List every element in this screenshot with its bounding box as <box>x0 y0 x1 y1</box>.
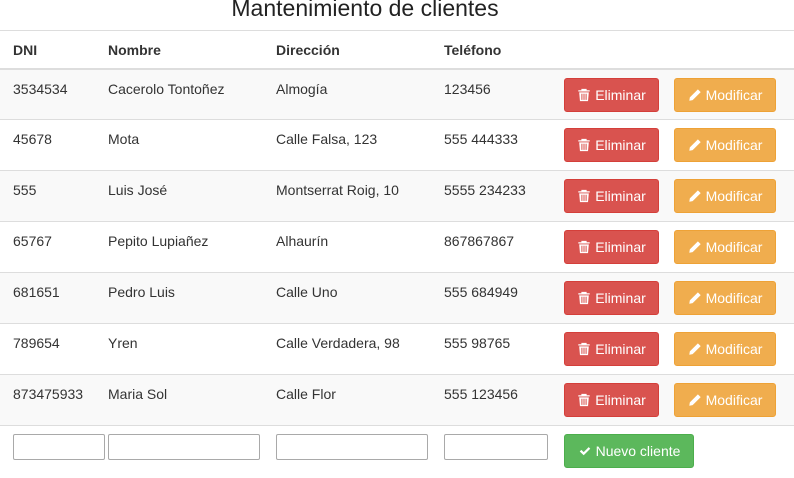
cell-telefono: 555 98765 <box>444 335 511 351</box>
pencil-icon <box>688 291 702 305</box>
pencil-icon <box>688 393 702 407</box>
new-client-label: Nuevo cliente <box>595 443 681 459</box>
cell-nombre: Pepito Lupiañez <box>108 233 209 249</box>
header-direccion: Dirección <box>276 42 340 58</box>
delete-button[interactable]: Eliminar <box>564 179 659 213</box>
header-action-modify <box>674 31 794 69</box>
cell-telefono: 123456 <box>444 80 491 97</box>
new-nombre-input[interactable] <box>108 434 260 460</box>
pencil-icon <box>688 189 702 203</box>
header-dni: DNI <box>13 42 38 58</box>
cell-telefono: 555 684949 <box>444 284 518 300</box>
table-row: 789654 Yren Calle Verdadera, 98 555 98765 El… <box>0 323 794 375</box>
cell-dni: 873475933 <box>13 386 84 402</box>
delete-button[interactable]: Eliminar <box>564 332 659 366</box>
cell-direccion: Calle Flor <box>276 386 336 402</box>
table-row: 873475933 Maria Sol Calle Flor 555 123456 El… <box>0 374 794 426</box>
modify-button[interactable]: Modificar <box>674 77 776 112</box>
modify-button[interactable]: Modificar <box>674 128 776 162</box>
delete-label: Eliminar <box>595 86 646 103</box>
delete-label: Eliminar <box>595 239 646 255</box>
header-telefono: Teléfono <box>444 42 502 58</box>
cell-nombre: Cacerolo Tontoñez <box>108 80 225 97</box>
table-row: 65767 Pepito Lupiañez Alhaurín 867867867 Eli… <box>0 221 794 273</box>
new-dni-input[interactable] <box>13 434 105 460</box>
cell-dni: 681651 <box>13 284 60 300</box>
trash-icon <box>577 342 591 356</box>
modify-label: Modificar <box>705 239 763 255</box>
modify-label: Modificar <box>705 341 763 357</box>
delete-button[interactable]: Eliminar <box>564 77 659 112</box>
cell-nombre: Maria Sol <box>108 386 168 402</box>
cell-dni: 45678 <box>13 131 52 147</box>
cell-dni: 65767 <box>13 233 52 249</box>
table-row: 681651 Pedro Luis Calle Uno 555 684949 Elimi… <box>0 272 794 324</box>
pencil-icon <box>688 138 702 152</box>
table-row: 45678 Mota Calle Falsa, 123 555 444333 Elimi… <box>0 119 794 171</box>
modify-label: Modificar <box>705 392 763 408</box>
cell-direccion: Calle Uno <box>276 284 338 300</box>
cell-telefono: 555 444333 <box>444 131 518 147</box>
new-telefono-input[interactable] <box>444 434 548 460</box>
modify-label: Modificar <box>705 137 763 153</box>
delete-button[interactable]: Eliminar <box>564 128 659 162</box>
cell-dni: 789654 <box>13 335 60 351</box>
delete-button[interactable]: Eliminar <box>564 230 659 264</box>
cell-direccion: Montserrat Roig, 10 <box>276 182 399 198</box>
cell-direccion: Calle Verdadera, 98 <box>276 335 400 351</box>
delete-label: Eliminar <box>595 290 646 306</box>
cell-nombre: Yren <box>108 335 138 351</box>
pencil-icon <box>688 342 702 356</box>
cell-direccion: Alhaurín <box>276 233 329 249</box>
trash-icon <box>577 240 591 254</box>
table-row: 555 Luis José Montserrat Roig, 10 5555 2342… <box>0 170 794 222</box>
delete-label: Eliminar <box>595 188 646 204</box>
new-client-row: Nuevo cliente <box>0 425 794 478</box>
table-header-row: DNI Nombre Dirección Teléfono <box>0 30 794 69</box>
modify-button[interactable]: Modificar <box>674 230 776 264</box>
trash-icon <box>577 291 591 305</box>
delete-label: Eliminar <box>595 341 646 357</box>
trash-icon <box>577 88 591 102</box>
cell-dni: 555 <box>13 182 37 198</box>
cell-nombre: Luis José <box>108 182 168 198</box>
delete-button[interactable]: Eliminar <box>564 383 659 417</box>
cell-nombre: Pedro Luis <box>108 284 175 300</box>
modify-button[interactable]: Modificar <box>674 332 776 366</box>
checkmark-icon <box>578 444 592 458</box>
delete-label: Eliminar <box>595 392 646 408</box>
trash-icon <box>577 393 591 407</box>
modify-button[interactable]: Modificar <box>674 281 776 315</box>
trash-icon <box>577 189 591 203</box>
cell-telefono: 555 123456 <box>444 386 518 402</box>
pencil-icon <box>688 240 702 254</box>
cell-telefono: 867867867 <box>444 233 515 249</box>
delete-button[interactable]: Eliminar <box>564 281 659 315</box>
cell-dni: 3534534 <box>13 80 68 97</box>
cell-direccion: Almogía <box>276 80 328 97</box>
delete-label: Eliminar <box>595 137 646 153</box>
trash-icon <box>577 138 591 152</box>
modify-button[interactable]: Modificar <box>674 179 776 213</box>
cell-direccion: Calle Falsa, 123 <box>276 131 378 147</box>
new-direccion-input[interactable] <box>276 434 428 460</box>
clients-table: DNI Nombre Dirección Teléfono 3534534 Cac… <box>0 30 794 478</box>
header-action-delete <box>564 31 674 69</box>
table-row: 3534534 Cacerolo Tontoñez Almogía 123456 Eli… <box>0 68 794 120</box>
modify-label: Modificar <box>705 86 763 103</box>
cell-telefono: 5555 234233 <box>444 182 526 198</box>
modify-button[interactable]: Modificar <box>674 383 776 417</box>
page-title: Mantenimiento de clientes <box>231 0 499 21</box>
header-nombre: Nombre <box>108 42 161 58</box>
cell-nombre: Mota <box>108 131 140 147</box>
modify-label: Modificar <box>705 188 763 204</box>
pencil-icon <box>688 88 702 102</box>
new-client-button[interactable]: Nuevo cliente <box>564 434 694 468</box>
modify-label: Modificar <box>705 290 763 306</box>
